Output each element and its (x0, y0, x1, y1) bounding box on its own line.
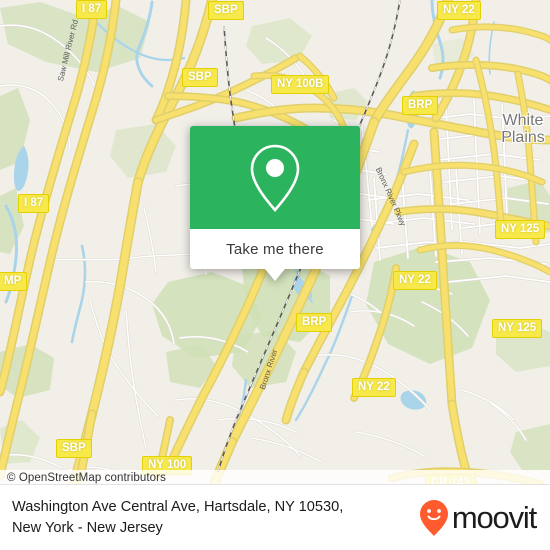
location-title-line2: New York - New Jersey (12, 519, 163, 536)
road-shield: SBP (182, 68, 218, 87)
location-title: Washington Ave Central Ave, Hartsdale, N… (0, 497, 419, 539)
place-label-line2: Plains (501, 129, 545, 146)
road-shield: NY 125 (492, 319, 543, 338)
place-label-line1: White (502, 112, 544, 129)
road-shield: BRP (402, 96, 439, 115)
location-popup-card[interactable]: Take me there (190, 126, 360, 281)
road-shield: SBP (208, 1, 244, 20)
road-shield: I 87 (76, 0, 108, 19)
road-shield: MP (0, 272, 28, 291)
road-shield: NY 100B (271, 75, 330, 94)
road-shield: NY 22 (352, 378, 396, 397)
location-title-line1: Washington Ave Central Ave, Hartsdale, N… (12, 498, 344, 515)
road-shield: I 87 (18, 194, 50, 213)
popup-image-area (190, 126, 360, 229)
moovit-logo[interactable]: moovit (419, 499, 550, 537)
popup-pointer-tail (265, 269, 285, 281)
take-me-there-button[interactable]: Take me there (190, 229, 360, 269)
moovit-pin-smiley-icon (419, 499, 448, 536)
map-share-card: .ga{fill:#cfe0b5} .gb{fill:#dde8c9} .wa{… (0, 0, 550, 550)
road-shield: BRP (296, 313, 333, 332)
map-pin-icon (250, 144, 300, 212)
moovit-wordmark: moovit (451, 499, 537, 535)
road-shield: NY 22 (393, 271, 437, 290)
place-label-white-plains: White Plains (478, 112, 550, 146)
road-shield: NY 125 (495, 220, 546, 239)
road-shield: SBP (56, 439, 92, 458)
road-shield: NY 22 (437, 1, 481, 20)
footer-bar: Washington Ave Central Ave, Hartsdale, N… (0, 484, 550, 550)
